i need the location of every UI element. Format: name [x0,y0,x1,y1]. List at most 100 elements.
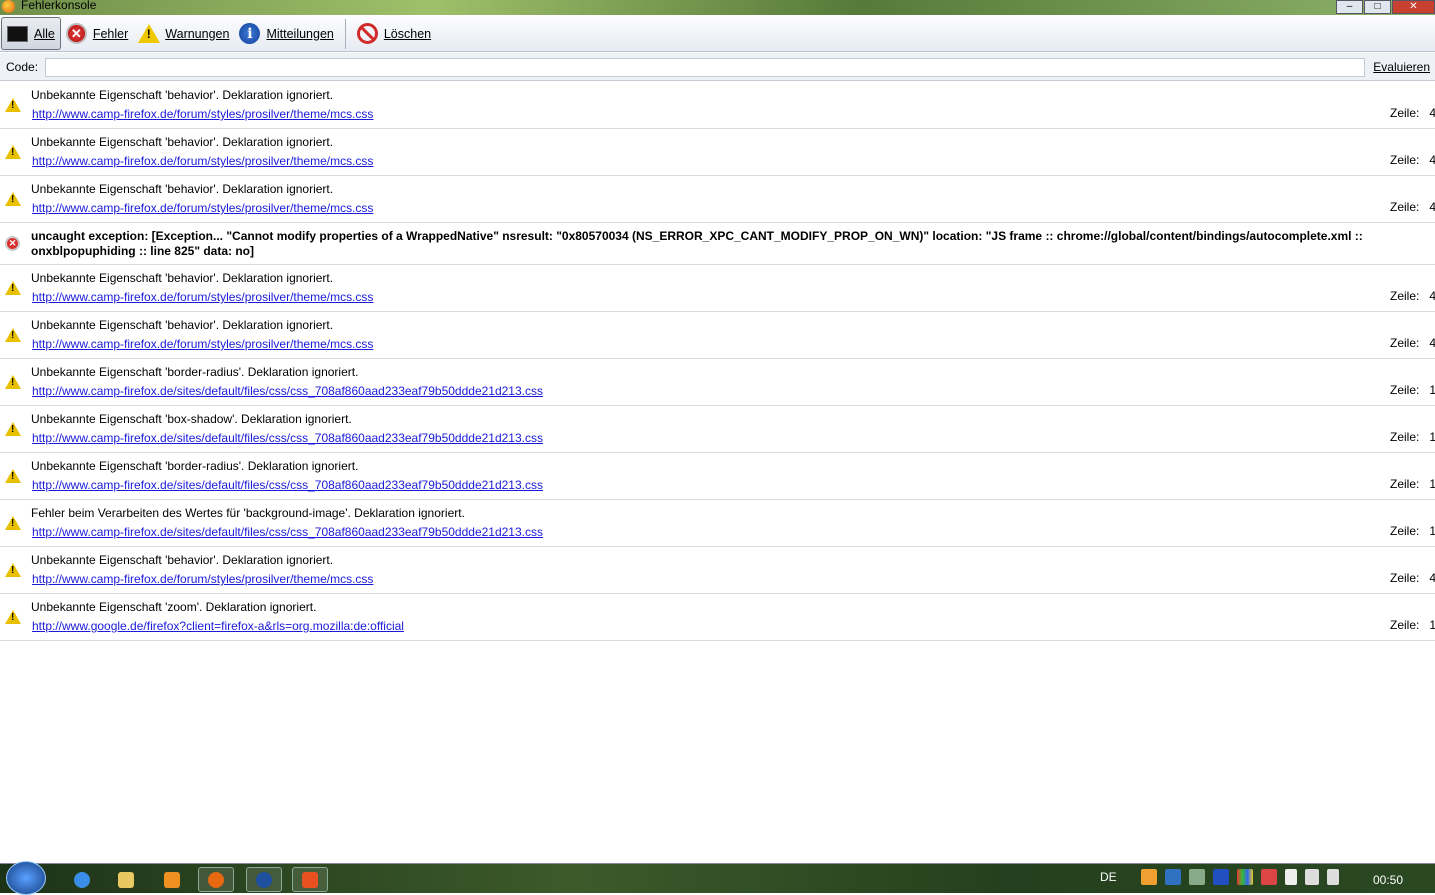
warning-icon [137,24,160,43]
start-button[interactable] [6,861,46,895]
clock[interactable]: 00:50 [1373,873,1403,887]
source-link[interactable]: http://www.google.de/firefox?client=fire… [32,619,404,633]
speaker-muted-tray-icon[interactable] [1260,869,1277,885]
message-row[interactable]: Unbekannte Eigenschaft 'behavior'. Dekla… [0,265,1435,312]
message-row[interactable]: Unbekannte Eigenschaft 'border-radius'. … [0,453,1435,500]
message-row[interactable]: Unbekannte Eigenschaft 'behavior'. Dekla… [0,129,1435,176]
line-number: 4 [1429,289,1435,303]
line-number: 4 [1429,153,1435,167]
message-row[interactable]: Unbekannte Eigenschaft 'box-shadow'. Dek… [0,406,1435,453]
line-label: Zeile: [1390,200,1420,214]
source-link[interactable]: http://www.camp-firefox.de/forum/styles/… [32,154,373,168]
error-icon: ✕ [5,236,20,251]
source-link[interactable]: http://www.camp-firefox.de/forum/styles/… [32,337,373,351]
line-info: Zeile: 1 [1390,477,1435,491]
line-label: Zeile: [1390,571,1420,585]
mediaplayer-taskbar-icon[interactable] [154,867,190,892]
ie-taskbar-icon[interactable] [64,867,100,892]
line-number: 1 [1429,430,1435,444]
message-row[interactable]: ✕ uncaught exception: [Exception... "Cann… [0,223,1435,265]
source-link[interactable]: http://www.camp-firefox.de/sites/default… [32,384,543,398]
title-bar: Fehlerkonsole – □ ✕ [0,0,1435,15]
message-text: Unbekannte Eigenschaft 'behavior'. Dekla… [31,553,334,567]
line-label: Zeile: [1390,618,1420,632]
source-link[interactable]: http://www.camp-firefox.de/forum/styles/… [32,572,373,586]
line-info: Zeile: 4 [1390,106,1435,120]
message-row[interactable]: Unbekannte Eigenschaft 'behavior'. Dekla… [0,176,1435,223]
filter-messages-button[interactable]: i Mitteilungen [234,17,338,50]
bluetooth-tray-icon[interactable] [1212,869,1229,885]
code-input[interactable] [45,58,1365,77]
evaluate-button[interactable]: Evaluieren [1373,60,1430,74]
source-link[interactable]: http://www.camp-firefox.de/forum/styles/… [32,107,373,121]
warning-icon [5,281,21,295]
line-label: Zeile: [1390,383,1420,397]
message-row[interactable]: Unbekannte Eigenschaft 'behavior'. Dekla… [0,312,1435,359]
message-text: Unbekannte Eigenschaft 'border-radius'. … [31,459,359,473]
filter-warnings-button[interactable]: Warnungen [133,17,234,50]
toolbar-separator [344,18,346,49]
code-bar: Code: Evaluieren [0,53,1435,81]
line-info: Zeile: 4 [1390,571,1435,585]
volume-tray-icon[interactable] [1326,869,1339,885]
message-row[interactable]: Unbekannte Eigenschaft 'border-radius'. … [0,359,1435,406]
line-info: Zeile: 4 [1390,289,1435,303]
source-link[interactable]: http://www.camp-firefox.de/sites/default… [32,478,543,492]
taskbar: DE 00:50 [0,861,1435,895]
line-label: Zeile: [1390,289,1420,303]
source-link[interactable]: http://www.camp-firefox.de/forum/styles/… [32,201,373,215]
firefox-icon [2,0,15,13]
line-info: Zeile: 1 [1390,430,1435,444]
warning-icon [5,516,21,530]
warning-icon [5,563,21,577]
warning-icon [5,610,21,624]
warning-icon [5,328,21,342]
line-info: Zeile: 4 [1390,336,1435,350]
line-label: Zeile: [1390,430,1420,444]
message-text: Unbekannte Eigenschaft 'zoom'. Deklarati… [31,600,317,614]
clear-button[interactable]: Löschen [352,17,436,50]
filter-all-button[interactable]: Alle [1,17,61,50]
message-list: Unbekannte Eigenschaft 'behavior'. Dekla… [0,82,1435,641]
clear-icon [356,23,378,44]
network-app-tray-icon[interactable] [1164,869,1181,885]
warning-icon [5,422,21,436]
message-text: Unbekannte Eigenschaft 'behavior'. Dekla… [31,271,334,285]
mail-tray-icon[interactable] [1140,869,1157,885]
maximize-button[interactable]: □ [1364,0,1391,14]
windows-tray-icon[interactable] [1236,869,1253,885]
message-row[interactable]: Unbekannte Eigenschaft 'zoom'. Deklarati… [0,594,1435,641]
line-label: Zeile: [1390,106,1420,120]
code-label: Code: [6,60,39,74]
message-text: Unbekannte Eigenschaft 'border-radius'. … [31,365,359,379]
message-row[interactable]: Fehler beim Verarbeiten des Wertes für '… [0,500,1435,547]
message-text: Unbekannte Eigenschaft 'behavior'. Dekla… [31,88,334,102]
line-label: Zeile: [1390,336,1420,350]
message-row[interactable]: Unbekannte Eigenschaft 'behavior'. Dekla… [0,82,1435,129]
line-number: 4 [1429,336,1435,350]
source-link[interactable]: http://www.camp-firefox.de/sites/default… [32,431,543,445]
console-icon [7,25,28,42]
info-icon: i [239,23,261,44]
firefox-taskbar-button[interactable] [198,867,234,892]
line-number: 1 [1429,477,1435,491]
flag-tray-icon[interactable] [1284,869,1297,885]
app-taskbar-button[interactable] [246,867,282,892]
message-row[interactable]: Unbekannte Eigenschaft 'behavior'. Dekla… [0,547,1435,594]
close-button[interactable]: ✕ [1392,0,1435,14]
error-icon: ✕ [65,23,87,44]
source-link[interactable]: http://www.camp-firefox.de/forum/styles/… [32,290,373,304]
language-indicator[interactable]: DE [1100,870,1117,884]
mail-taskbar-button[interactable] [292,867,328,892]
line-number: 4 [1429,571,1435,585]
line-number: 4 [1429,200,1435,214]
line-label: Zeile: [1390,153,1420,167]
line-number: 4 [1429,106,1435,120]
explorer-taskbar-icon[interactable] [108,867,144,892]
usb-tray-icon[interactable] [1188,869,1205,885]
source-link[interactable]: http://www.camp-firefox.de/sites/default… [32,525,543,539]
network-tray-icon[interactable] [1304,869,1319,885]
line-label: Zeile: [1390,477,1420,491]
minimize-button[interactable]: – [1336,0,1363,14]
filter-errors-button[interactable]: ✕ Fehler [61,17,133,50]
